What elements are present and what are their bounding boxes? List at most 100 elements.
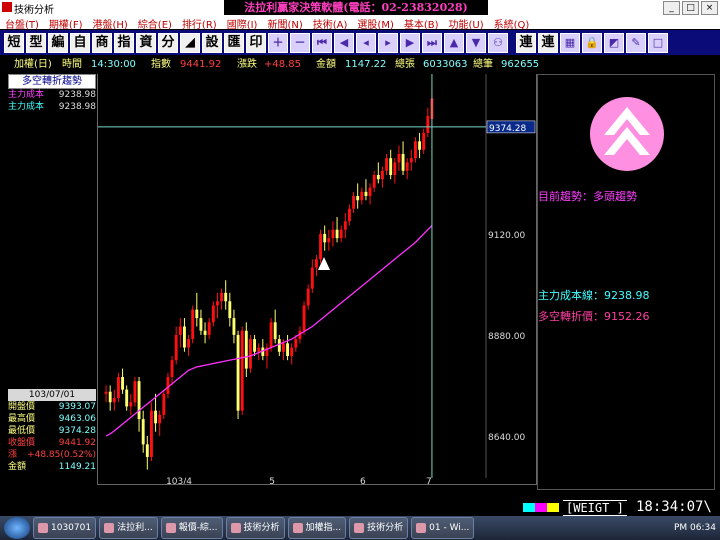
taskbar-item-label: 報價-綜... bbox=[178, 523, 218, 533]
taskbar-item[interactable]: 法拉利... bbox=[99, 517, 158, 539]
toolbar-button[interactable]: 編 bbox=[48, 32, 68, 53]
zoom-out-icon[interactable]: － bbox=[290, 32, 310, 53]
menu-item[interactable]: 國際(I) bbox=[222, 15, 263, 31]
candle-body bbox=[207, 322, 211, 335]
lock-icon[interactable]: 🔒 bbox=[582, 32, 602, 53]
step-forward-icon[interactable]: ▸ bbox=[378, 32, 398, 53]
menu-item[interactable]: 綜合(E) bbox=[133, 15, 177, 31]
last-icon[interactable]: ⏭ bbox=[422, 32, 442, 53]
main-cost-line-text: 主力成本線：9238.98 bbox=[538, 289, 650, 302]
ohlc-panel: 103/07/01 開盤價 9393.07 最高價 9463.06 最低價 9374.28… bbox=[8, 389, 96, 473]
app-icon bbox=[165, 523, 176, 533]
zoom-in-icon[interactable]: ＋ bbox=[268, 32, 288, 53]
taskbar-item[interactable]: 加權指... bbox=[287, 517, 347, 539]
candle-body bbox=[389, 158, 393, 175]
ohlc-label: 最高價 bbox=[8, 414, 36, 424]
turn-price-text: 多空轉折價：9152.26 bbox=[538, 310, 650, 323]
marquee-banner: 法拉利贏家決策軟體(電話：02-23832028) bbox=[224, 0, 488, 15]
toolbar-button[interactable]: 資 bbox=[136, 32, 156, 53]
up-icon[interactable]: ▲ bbox=[444, 32, 464, 53]
candle-body bbox=[158, 414, 162, 424]
menu-item[interactable]: 排行(R) bbox=[177, 15, 222, 31]
trend-indicator-title[interactable]: 多空轉折趨勢 bbox=[8, 74, 96, 89]
candle-body bbox=[220, 292, 224, 302]
candle-body bbox=[277, 339, 281, 352]
current-trend-text: 目前趨勢：多頭趨勢 bbox=[538, 190, 637, 203]
menu-item[interactable]: 新聞(N) bbox=[262, 15, 307, 31]
prev-icon[interactable]: ◀ bbox=[334, 32, 354, 53]
x-tick-label: 6 bbox=[360, 477, 366, 484]
first-icon[interactable]: ⏮ bbox=[312, 32, 332, 53]
candle-body bbox=[133, 381, 137, 403]
ohlc-value: 9393.07 bbox=[58, 402, 96, 412]
menu-item[interactable]: 基本(B) bbox=[399, 15, 444, 31]
taskbar-item[interactable]: 技術分析 bbox=[349, 517, 409, 539]
taskbar-item[interactable]: 報價-綜... bbox=[160, 517, 223, 539]
candle-body bbox=[418, 141, 422, 150]
title-bar: 技術分析 法拉利贏家決策軟體(電話：02-23832028) _ □ × bbox=[0, 0, 720, 16]
toolbar-button[interactable]: 設 bbox=[202, 32, 222, 53]
candlestick-chart[interactable]: 9380.009120.008880.008640.009374.28103/4… bbox=[98, 74, 536, 487]
menu-item[interactable]: 功能(U) bbox=[444, 15, 489, 31]
bull-trend-icon bbox=[590, 97, 664, 171]
clock: 18:34:07\ bbox=[636, 499, 712, 515]
menu-item[interactable]: 台盤(T) bbox=[0, 15, 44, 31]
candle-body bbox=[339, 229, 343, 239]
toolbar-button[interactable]: 短 bbox=[4, 32, 24, 53]
right-panel: 目前趨勢：多頭趨勢 主力成本線：9238.98 多空轉折價：9152.26 bbox=[537, 74, 715, 490]
cost-row: 主力成本 9238.98 bbox=[8, 101, 96, 113]
ohlc-value: +48.85(0.52%) bbox=[27, 450, 96, 460]
toolbar-button[interactable]: 指 bbox=[114, 32, 134, 53]
window-title: 技術分析 bbox=[14, 5, 54, 16]
toolbar-button[interactable]: 連 bbox=[516, 32, 536, 53]
chart-area[interactable]: 9380.009120.008880.008640.009374.28103/4… bbox=[97, 74, 537, 487]
candle-body bbox=[224, 292, 228, 302]
taskbar-item-label: 技術分析 bbox=[243, 523, 280, 533]
app-icon bbox=[292, 523, 303, 533]
maximize-button[interactable]: □ bbox=[682, 1, 699, 15]
menu-item[interactable]: 技術(A) bbox=[308, 15, 353, 31]
grid-icon[interactable]: ▦ bbox=[560, 32, 580, 53]
candle-body bbox=[244, 330, 248, 369]
start-button[interactable] bbox=[4, 517, 30, 539]
down-icon[interactable]: ▼ bbox=[466, 32, 486, 53]
taskbar-item[interactable]: 01 - Wi... bbox=[411, 517, 475, 539]
taskbar-item-label: 加權指... bbox=[305, 523, 342, 533]
link-icon[interactable]: ⚇ bbox=[488, 32, 508, 53]
ohlc-label: 收盤價 bbox=[8, 438, 36, 448]
toolbar-button[interactable]: 連 bbox=[538, 32, 558, 53]
candle-body bbox=[422, 132, 426, 150]
candle-body bbox=[141, 419, 145, 445]
toolbar-button[interactable]: 分 bbox=[158, 32, 178, 53]
toolbar-button[interactable]: 匯 bbox=[224, 32, 244, 53]
menu-item[interactable]: 選股(M) bbox=[352, 15, 398, 31]
edit-icon[interactable]: ✎ bbox=[626, 32, 646, 53]
close-button[interactable]: × bbox=[701, 1, 718, 15]
menu-item[interactable]: 港盤(H) bbox=[87, 15, 132, 31]
window-icon[interactable]: ◩ bbox=[604, 32, 624, 53]
candle-body bbox=[327, 238, 331, 243]
tray-time[interactable]: PM 06:34 bbox=[674, 523, 716, 533]
candle-body bbox=[273, 322, 277, 340]
menu-item[interactable]: 系統(Q) bbox=[489, 15, 535, 31]
minimize-button[interactable]: _ bbox=[663, 1, 680, 15]
candle-body bbox=[368, 187, 372, 197]
cost-value: 9238.98 bbox=[58, 90, 96, 100]
cost-label: 主力成本 bbox=[8, 90, 45, 100]
toolbar-button[interactable]: 商 bbox=[92, 32, 112, 53]
candle-body bbox=[162, 393, 166, 415]
step-back-icon[interactable]: ◂ bbox=[356, 32, 376, 53]
chart-icon-button[interactable]: ◢ bbox=[180, 32, 200, 53]
menu-item[interactable]: 期權(F) bbox=[44, 15, 88, 31]
toolbar-button[interactable]: 印 bbox=[246, 32, 266, 53]
toolbar-button[interactable]: 型 bbox=[26, 32, 46, 53]
candle-body bbox=[352, 196, 356, 209]
next-icon[interactable]: ▶ bbox=[400, 32, 420, 53]
panel-icon[interactable]: □ bbox=[648, 32, 668, 53]
candle-body bbox=[376, 175, 380, 180]
toolbar-button[interactable]: 自 bbox=[70, 32, 90, 53]
taskbar-item[interactable]: 1030701 bbox=[33, 517, 97, 539]
taskbar-item-label: 技術分析 bbox=[367, 523, 404, 533]
taskbar-item[interactable]: 技術分析 bbox=[225, 517, 285, 539]
candle-body bbox=[187, 339, 191, 348]
